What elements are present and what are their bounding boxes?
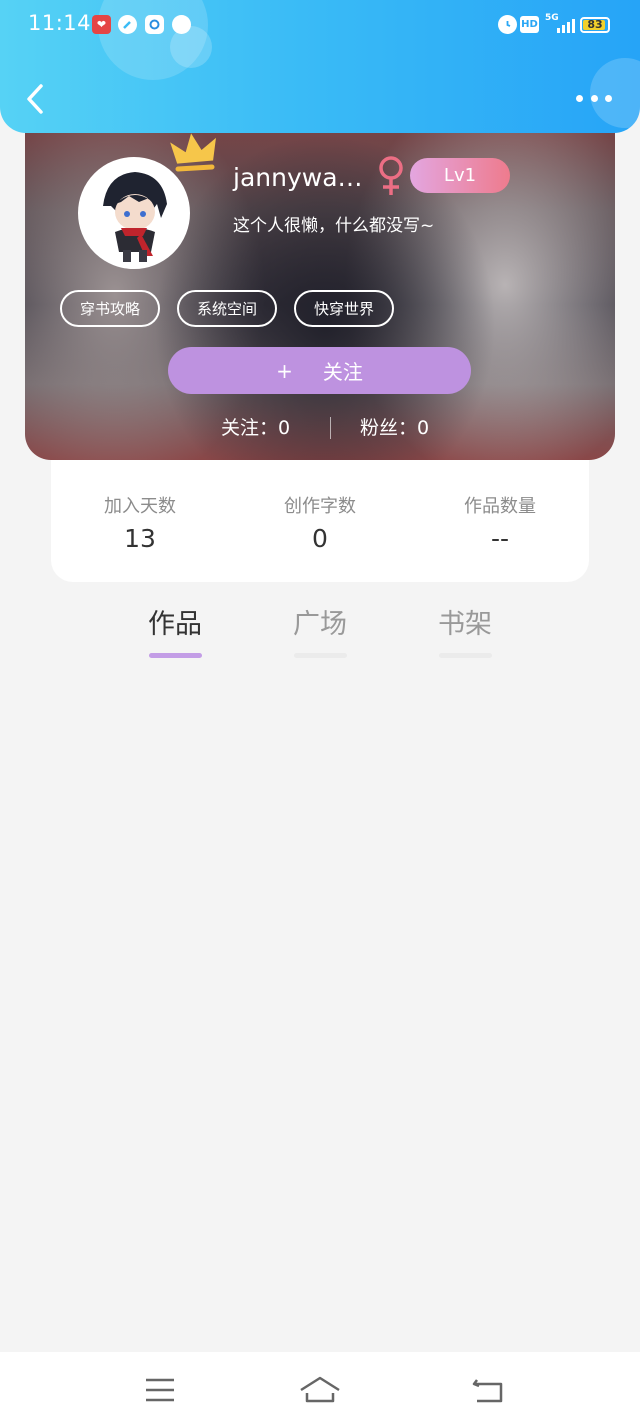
back-button[interactable] [22, 82, 52, 116]
tab-indicator [293, 653, 347, 658]
tab-indicator [438, 653, 492, 658]
tab-indicator [148, 653, 202, 658]
stat-label: 加入天数 [104, 496, 176, 517]
message-notification-icon [172, 15, 191, 34]
fans-value: 0 [417, 417, 430, 439]
stats-card: 加入天数 13 创作字数 0 作品数量 -- [51, 440, 589, 582]
signal-icon: 5G [545, 13, 575, 35]
fans-label: 粉丝： [360, 417, 418, 439]
stat-label: 创作字数 [284, 496, 356, 517]
tag-chip[interactable]: 穿书攻略 [60, 290, 161, 327]
compass-notification-icon [118, 15, 137, 34]
follow-counts: 关注：0 粉丝：0 [25, 413, 615, 443]
menu-icon[interactable] [143, 1374, 177, 1406]
status-bar: 11:14 ❤ HD 5G 83 [0, 0, 640, 50]
app-notification-icon: ❤ [92, 15, 111, 34]
more-button[interactable] [576, 88, 612, 108]
home-icon[interactable] [298, 1374, 342, 1406]
stat-works-count: 作品数量 -- [420, 492, 580, 553]
crown-icon [170, 133, 216, 172]
more-dots-icon [576, 94, 583, 102]
battery-level: 83 [587, 18, 603, 31]
tab-label: 作品 [148, 609, 202, 640]
stat-word-count: 创作字数 0 [240, 492, 400, 553]
following-value: 0 [278, 417, 291, 439]
stat-label: 作品数量 [464, 496, 536, 517]
tab-works[interactable]: 作品 [140, 602, 210, 658]
hd-icon: HD [520, 16, 539, 33]
following-count[interactable]: 关注：0 [221, 413, 290, 440]
stat-value: 13 [124, 524, 156, 553]
fans-count[interactable]: 粉丝：0 [360, 413, 429, 440]
stat-value: 0 [312, 524, 328, 553]
plus-icon: + [276, 358, 293, 383]
system-nav-bar [0, 1352, 640, 1427]
follow-button[interactable]: + 关注 [168, 347, 471, 394]
tag-chip[interactable]: 系统空间 [177, 290, 278, 327]
status-time: 11:14 [28, 11, 92, 35]
stat-value: -- [490, 524, 510, 553]
following-label: 关注： [221, 417, 279, 439]
alarm-icon [498, 15, 517, 34]
chevron-left-icon [27, 84, 43, 114]
follow-label: 关注 [322, 360, 363, 384]
tag-chip[interactable]: 快穿世界 [294, 290, 395, 327]
battery-icon: 83 [580, 17, 610, 33]
return-icon[interactable] [471, 1374, 505, 1406]
female-icon [379, 156, 403, 195]
username: jannywa… [233, 163, 363, 192]
stat-join-days: 加入天数 13 [60, 492, 220, 553]
bio-text: 这个人很懒，什么都没写~ [233, 216, 435, 236]
tag-list: 穿书攻略 系统空间 快穿世界 [60, 290, 395, 327]
tab-plaza[interactable]: 广场 [285, 602, 355, 658]
network-type: 5G [545, 13, 559, 23]
tab-bookshelf[interactable]: 书架 [430, 602, 500, 658]
level-badge: Lv1 [410, 158, 510, 193]
tab-label: 书架 [438, 609, 492, 640]
divider [330, 417, 331, 439]
header-bar: 11:14 ❤ HD 5G 83 [0, 0, 640, 133]
profile-card: jannywa… Lv1 这个人很懒，什么都没写~ 穿书攻略 系统空间 快穿世界… [25, 115, 615, 460]
browser-notification-icon [145, 15, 164, 34]
tab-label: 广场 [293, 609, 347, 640]
